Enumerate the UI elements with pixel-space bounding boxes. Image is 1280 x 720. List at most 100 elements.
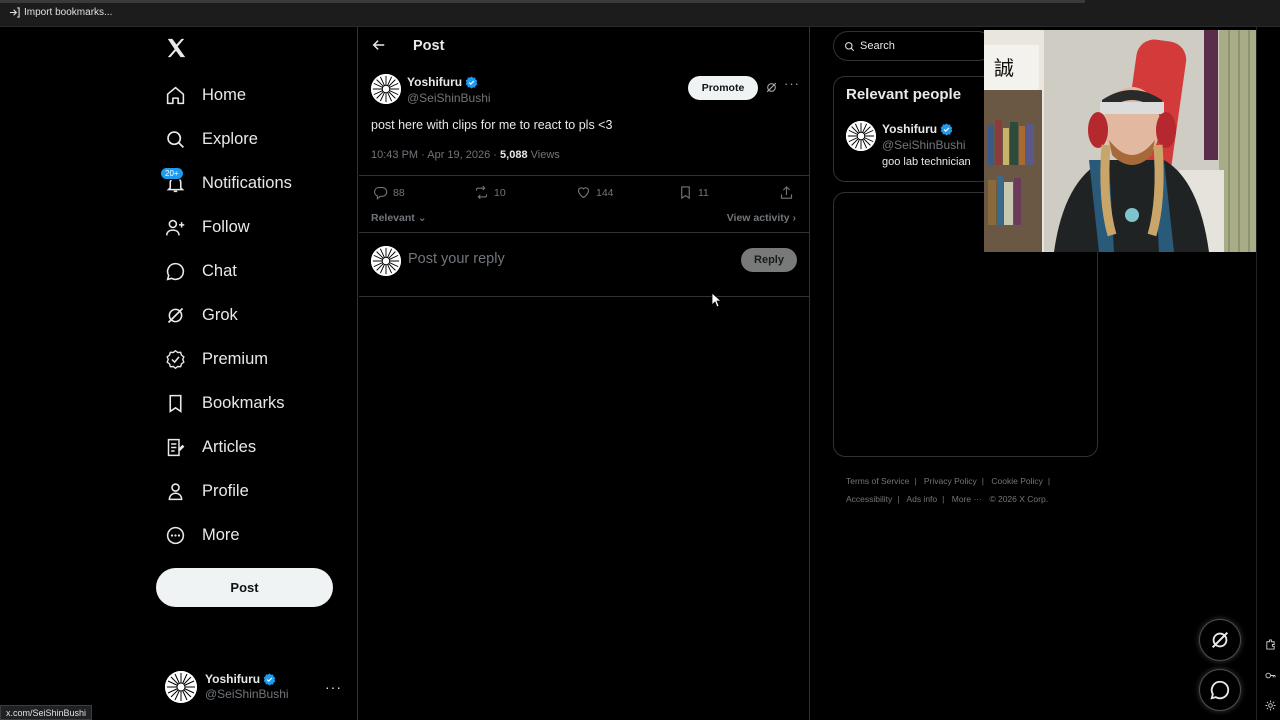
reply-action[interactable]: 88 [373,185,405,200]
add-person-icon [165,219,185,235]
sort-dropdown[interactable]: Relevant ⌄ [371,212,427,224]
account-handle: @SeiShinBushi [205,687,289,701]
nav-item-bookmarks[interactable]: Bookmarks [165,388,285,418]
footer-copyright: © 2026 X Corp. [989,494,1049,504]
post-more-icon[interactable]: ··· [784,76,800,91]
repost-count: 10 [494,186,506,199]
svg-text:誠: 誠 [994,56,1014,80]
nav-item-more[interactable]: More [165,520,240,550]
nav-label-articles: Articles [202,437,257,456]
grok-icon [167,307,184,323]
webcam-video-image: 誠 [984,30,1280,252]
account-switcher[interactable]: Yoshifuru @SeiShinBushi ··· [165,670,345,704]
verified-badge-icon [166,349,185,369]
nav-label-grok: Grok [202,305,238,324]
nav-item-premium[interactable]: Premium [165,344,268,374]
nav-label-bookmarks: Bookmarks [202,393,285,412]
bookmark-icon [681,186,690,200]
verified-check-icon [465,76,478,88]
footer-separator: | [1047,476,1051,486]
nav-item-grok[interactable]: Grok [165,300,238,330]
search-label: Search [860,40,895,52]
nav-item-profile[interactable]: Profile [165,476,249,506]
bookmark-icon [169,394,182,413]
post-author-handle[interactable]: @SeiShinBushi [407,91,491,105]
post-author-avatar[interactable] [371,74,401,104]
nav-label-chat: Chat [202,261,237,280]
footer-ads-link[interactable]: Ads info [906,494,937,504]
post-header: Post [359,27,810,65]
footer-more-link[interactable]: More ··· [952,494,982,504]
footer-privacy-link[interactable]: Privacy Policy [924,476,977,486]
nav-item-articles[interactable]: Articles [165,432,256,462]
chat-bubble-icon [166,262,185,280]
footer-separator: | [914,476,917,486]
like-action[interactable]: 144 [576,185,614,200]
verified-check-icon [940,123,953,135]
compose-post-button[interactable]: Post [156,568,333,607]
relevant-person-handle[interactable]: @SeiShinBushi [882,138,966,152]
settings-gear-icon[interactable] [1265,700,1276,711]
reply-button[interactable]: Reply [741,248,797,272]
grok-icon[interactable] [765,81,778,94]
import-bookmarks-label: Import bookmarks... [24,7,113,18]
nav-label-follow: Follow [202,217,250,236]
import-bookmarks-link[interactable]: Import bookmarks... [9,7,112,18]
repost-action[interactable]: 10 [474,185,506,200]
x-logo-icon[interactable] [165,37,187,59]
back-arrow-icon[interactable] [372,38,386,52]
account-more-icon[interactable]: ··· [325,679,342,695]
footer-links: Terms of Service | Privacy Policy | Cookie… [846,472,1086,508]
avatar [165,671,197,703]
share-icon [780,186,793,199]
chevron-down-icon: ⌄ [417,212,427,224]
nav-item-home[interactable]: Home [165,80,246,110]
search-icon [845,41,854,51]
browser-side-panel [1256,27,1280,720]
status-bar-url: x.com/SeiShinBushi [0,705,93,720]
nav-item-chat[interactable]: Chat [165,256,237,286]
footer-separator: | [981,476,985,486]
key-icon[interactable] [1265,670,1276,681]
relevant-people-title: Relevant people [846,86,962,103]
relevant-person-avatar[interactable] [846,121,876,151]
nav-item-notifications[interactable]: 20+ Notifications [160,166,292,198]
notifications-badge: 20+ [160,166,184,180]
post-detail-column: Post Yoshifuru @SeiShinBushi Promote ···… [359,27,810,720]
post-text: post here with clips for me to react to … [371,118,613,132]
view-activity-link[interactable]: View activity › [727,212,796,224]
nav-label-more: More [202,525,240,544]
nav-label-notifications: Notifications [202,173,292,192]
post-author-name-text: Yoshifuru [407,75,463,89]
post-timestamp[interactable]: 10:43 PM · Apr 19, 2026 · [371,149,500,161]
grok-icon [1211,631,1229,649]
footer-terms-link[interactable]: Terms of Service [846,476,909,486]
search-box[interactable]: Search [833,31,993,61]
reply-input[interactable] [408,251,728,267]
mouse-cursor-icon [711,292,721,308]
reply-sort-row: Relevant ⌄ View activity › [359,209,810,233]
footer-separator: | [897,494,900,504]
share-action[interactable] [779,185,794,200]
bookmark-count: 11 [698,186,709,199]
relevant-person-name[interactable]: Yoshifuru [882,122,953,136]
bookmark-action[interactable]: 11 [678,185,709,200]
nav-item-explore[interactable]: Explore [165,124,258,154]
import-icon [9,7,20,18]
grok-fab-button[interactable] [1199,619,1241,661]
post-meta: 10:43 PM · Apr 19, 2026 · 5,088 Views [371,149,560,161]
left-navigation: Home Explore 20+ Notifications Follow Ch… [0,27,358,720]
nav-label-explore: Explore [202,129,258,148]
nav-label-profile: Profile [202,481,249,500]
nav-item-follow[interactable]: Follow [165,212,250,242]
footer-accessibility-link[interactable]: Accessibility [846,494,892,504]
post-author-name[interactable]: Yoshifuru [407,75,478,89]
messages-fab-button[interactable] [1199,669,1241,711]
views-count: 5,088 [500,149,528,161]
webcam-overlay: 誠 [984,30,1280,252]
footer-cookie-link[interactable]: Cookie Policy [991,476,1043,486]
relevant-people-card: Relevant people Yoshifuru @SeiShinBushi … [833,76,993,182]
extension-icon[interactable] [1265,639,1276,650]
promote-button[interactable]: Promote [688,76,758,100]
post-actions-bar: 88 10 144 11 [359,175,810,209]
